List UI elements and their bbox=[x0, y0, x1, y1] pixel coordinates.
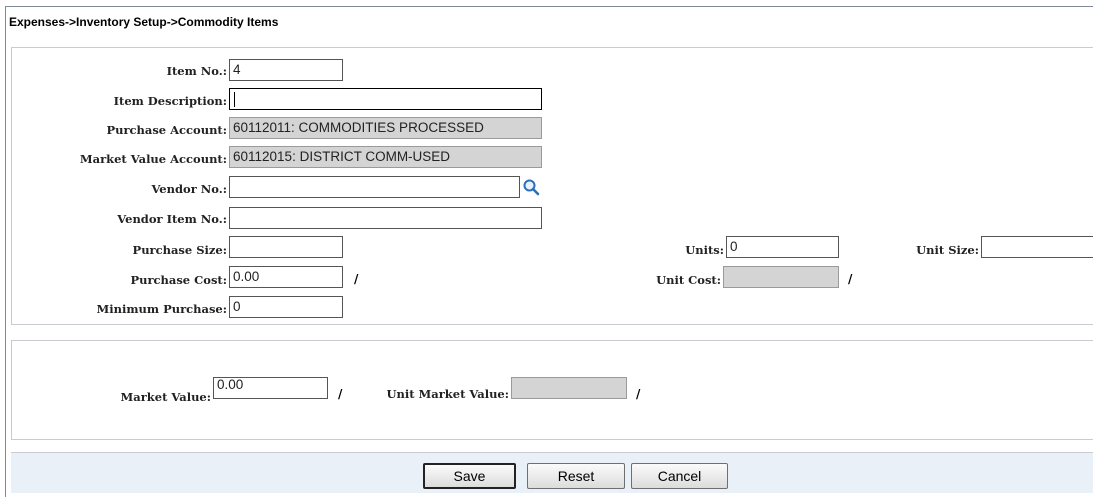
save-button[interactable]: Save bbox=[423, 463, 516, 489]
purchase-account-field[interactable]: 60112011: COMMODITIES PROCESSED bbox=[229, 117, 542, 139]
item-no-label: Item No.: bbox=[166, 64, 227, 78]
vendor-item-no-label: Vendor Item No.: bbox=[117, 212, 227, 226]
market-value-separator: / bbox=[338, 387, 343, 401]
unit-market-value-label: Unit Market Value: bbox=[386, 387, 509, 401]
units-input[interactable]: 0 bbox=[726, 236, 839, 258]
reset-button[interactable]: Reset bbox=[527, 463, 625, 489]
item-no-input[interactable]: 4 bbox=[229, 59, 343, 81]
text-cursor bbox=[234, 91, 235, 107]
breadcrumb: Expenses->Inventory Setup->Commodity Ite… bbox=[9, 15, 279, 29]
vendor-item-no-input[interactable] bbox=[229, 207, 542, 229]
purchase-account-label: Purchase Account: bbox=[106, 123, 227, 137]
unit-cost-label: Unit Cost: bbox=[656, 273, 721, 287]
item-description-input[interactable] bbox=[229, 88, 542, 110]
minimum-purchase-input[interactable]: 0 bbox=[229, 296, 343, 318]
market-value-input[interactable]: 0.00 bbox=[213, 377, 328, 399]
unit-size-label: Unit Size: bbox=[916, 243, 979, 257]
unit-size-input[interactable] bbox=[981, 236, 1093, 258]
purchase-cost-separator: / bbox=[354, 272, 359, 286]
unit-cost-separator: / bbox=[848, 272, 853, 286]
search-icon bbox=[523, 179, 540, 196]
unit-market-value-separator: / bbox=[636, 387, 641, 401]
unit-market-value-field[interactable] bbox=[511, 377, 627, 399]
market-value-account-field[interactable]: 60112015: DISTRICT COMM-USED bbox=[229, 146, 542, 168]
cancel-button[interactable]: Cancel bbox=[631, 463, 728, 489]
purchase-size-label: Purchase Size: bbox=[132, 243, 227, 257]
vendor-no-label: Vendor No.: bbox=[151, 182, 227, 196]
unit-cost-field[interactable] bbox=[723, 266, 839, 288]
vendor-no-input[interactable] bbox=[229, 176, 520, 198]
units-label: Units: bbox=[685, 243, 724, 257]
purchase-cost-label: Purchase Cost: bbox=[130, 273, 227, 287]
market-value-label: Market Value: bbox=[120, 390, 211, 404]
vendor-lookup-button[interactable] bbox=[521, 177, 541, 197]
market-value-account-label: Market Value Account: bbox=[79, 152, 227, 166]
purchase-size-input[interactable] bbox=[229, 236, 343, 258]
minimum-purchase-label: Minimum Purchase: bbox=[96, 302, 227, 316]
item-description-label: Item Description: bbox=[113, 94, 227, 108]
purchase-cost-input[interactable]: 0.00 bbox=[229, 266, 343, 288]
